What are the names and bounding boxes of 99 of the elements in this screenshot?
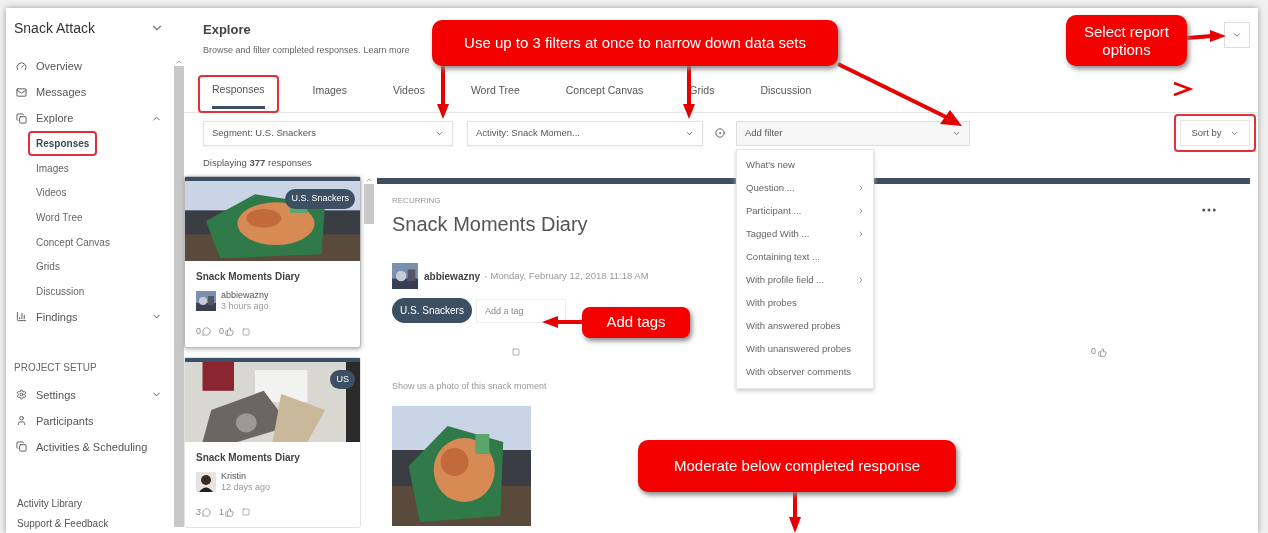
- timestamp: 3 hours ago: [221, 301, 269, 312]
- author-name: abbiewazny: [424, 269, 481, 284]
- timestamp: 12 days ago: [221, 481, 271, 493]
- response-title: Snack Moments Diary: [392, 212, 588, 237]
- tag-input[interactable]: Add a tag: [475, 298, 566, 323]
- chevron-down-icon: [1232, 30, 1242, 40]
- menu-item[interactable]: With profile field ...: [737, 268, 873, 292]
- callout: Moderate below completed response: [638, 440, 956, 492]
- user-icon: [16, 415, 27, 427]
- page-subtitle: Browse and filter completed responses.: [203, 43, 361, 57]
- scrollbar-thumb[interactable]: [364, 184, 374, 224]
- project-title: Snack Attack: [14, 18, 96, 38]
- like-count: 1: [219, 505, 225, 519]
- sidebar-subitem[interactable]: Grids: [28, 259, 68, 275]
- copy-icon: [16, 441, 27, 453]
- comment-count: 3: [196, 505, 201, 519]
- sidebar-item[interactable]: Findings: [0, 303, 174, 330]
- sidebar-subitem[interactable]: Responses: [28, 130, 98, 156]
- gauge-icon: [16, 60, 27, 72]
- callout: Select report options: [1066, 15, 1187, 66]
- comment-count: 0: [196, 325, 201, 338]
- sidebar-item[interactable]: Participants: [0, 407, 174, 434]
- chart-icon: [16, 311, 27, 323]
- arrow: [542, 316, 582, 328]
- like-count: 0: [219, 325, 225, 338]
- chevron-right-icon: [857, 184, 865, 192]
- thumbs-up-icon[interactable]: [225, 327, 235, 337]
- menu-item[interactable]: Question ...: [737, 176, 873, 200]
- menu-item[interactable]: With unanswered probes: [737, 337, 873, 361]
- sort-button[interactable]: Sort by: [1180, 120, 1250, 146]
- card-title: Snack Moments Diary: [196, 450, 301, 465]
- arrow: [1186, 30, 1226, 42]
- tab[interactable]: Images: [300, 74, 359, 112]
- comment-icon[interactable]: [202, 507, 211, 517]
- menu-item[interactable]: With answered probes: [737, 314, 873, 338]
- thumbs-up-icon[interactable]: [1098, 347, 1107, 357]
- bookmark-icon[interactable]: [512, 348, 520, 356]
- tab[interactable]: Responses: [198, 75, 279, 113]
- thumbs-up-icon[interactable]: [225, 507, 235, 517]
- menu-item[interactable]: With observer comments: [737, 360, 873, 384]
- card-title: Snack Moments Diary: [196, 270, 301, 284]
- comment-icon[interactable]: [202, 327, 211, 337]
- chevron-right-icon: [857, 276, 865, 284]
- bookmark-icon[interactable]: [242, 508, 251, 517]
- author-name: abbiewazny: [221, 290, 269, 301]
- menu-item[interactable]: Tagged With ...: [737, 222, 873, 246]
- result-count: Displaying 377 responses: [203, 155, 312, 170]
- callout: Add tags: [582, 307, 690, 338]
- callout: Use up to 3 filters at once to narrow down data sets: [432, 20, 838, 66]
- sidebar-item[interactable]: Messages: [0, 79, 174, 105]
- activity-type: RECURRING: [392, 195, 442, 207]
- scrollbar-thumb[interactable]: [174, 66, 184, 527]
- question-text: Show us a photo of this snack moment: [392, 380, 548, 393]
- chevron-right-icon: [857, 230, 865, 238]
- bookmark-icon[interactable]: [242, 327, 251, 336]
- sidebar-item[interactable]: Overview: [0, 53, 174, 79]
- tag-pill[interactable]: U.S. Snackers: [392, 298, 472, 323]
- sidebar-subitem[interactable]: Discussion: [28, 283, 93, 299]
- scroll-up-icon[interactable]: [365, 176, 373, 184]
- page-title: Explore: [203, 21, 251, 39]
- section-heading: PROJECT SETUP: [13, 360, 98, 375]
- tab[interactable]: Word Tree: [458, 74, 532, 112]
- menu-item[interactable]: Containing text ...: [737, 245, 873, 269]
- copy-icon: [16, 112, 27, 124]
- scroll-up-icon[interactable]: [175, 58, 183, 66]
- menu-item[interactable]: Participant ...: [737, 199, 873, 223]
- arrow: [437, 66, 449, 119]
- learn-more-link[interactable]: Learn more: [363, 43, 410, 57]
- add-filter-select[interactable]: Add filter: [736, 120, 970, 146]
- footer-link[interactable]: Activity Library: [17, 497, 174, 510]
- sidebar-subitem[interactable]: Concept Canvas: [28, 234, 118, 250]
- sidebar-subitem[interactable]: Images: [28, 160, 77, 176]
- mail-icon: [16, 86, 27, 98]
- author-name: Kristin: [221, 470, 247, 482]
- report-options-button[interactable]: [1224, 22, 1250, 48]
- response-card[interactable]: US Snack Moments Diary Kristin 12 days ago 3 1: [184, 356, 361, 528]
- tab[interactable]: Concept Canvas: [553, 74, 656, 112]
- menu-item[interactable]: With probes: [737, 291, 873, 315]
- sidebar-item[interactable]: Activities & Scheduling: [0, 433, 174, 460]
- arrow: [789, 492, 801, 533]
- sidebar-item[interactable]: Explore: [0, 105, 174, 131]
- response-card[interactable]: U.S. Snackers Snack Moments Diary abbiewazny 3 hours ago 0 0: [184, 176, 361, 348]
- filter-select[interactable]: Activity: Snack Momen...: [467, 120, 703, 146]
- post-date: Monday, February 12, 2018 11:18 AM: [490, 268, 649, 283]
- sidebar-item[interactable]: Settings: [0, 381, 174, 408]
- chevron-right-icon: [857, 207, 865, 215]
- settings-icon: [16, 389, 27, 401]
- filter-select[interactable]: Segment: U.S. Snackers: [203, 120, 453, 146]
- menu-item[interactable]: What's new: [737, 153, 873, 177]
- tab[interactable]: Discussion: [748, 74, 824, 112]
- sidebar-subitem[interactable]: Videos: [28, 185, 75, 201]
- sidebar-subitem[interactable]: Word Tree: [28, 209, 91, 225]
- segment-badge: U.S. Snackers: [285, 189, 355, 209]
- footer-link[interactable]: Support & Feedback: [17, 517, 174, 530]
- separator-dot: ·: [484, 269, 488, 284]
- tab[interactable]: Videos: [380, 74, 437, 112]
- chevron-mark-icon: [1173, 81, 1194, 97]
- clear-filter-icon[interactable]: [715, 128, 725, 138]
- like-count: 0: [1091, 345, 1096, 359]
